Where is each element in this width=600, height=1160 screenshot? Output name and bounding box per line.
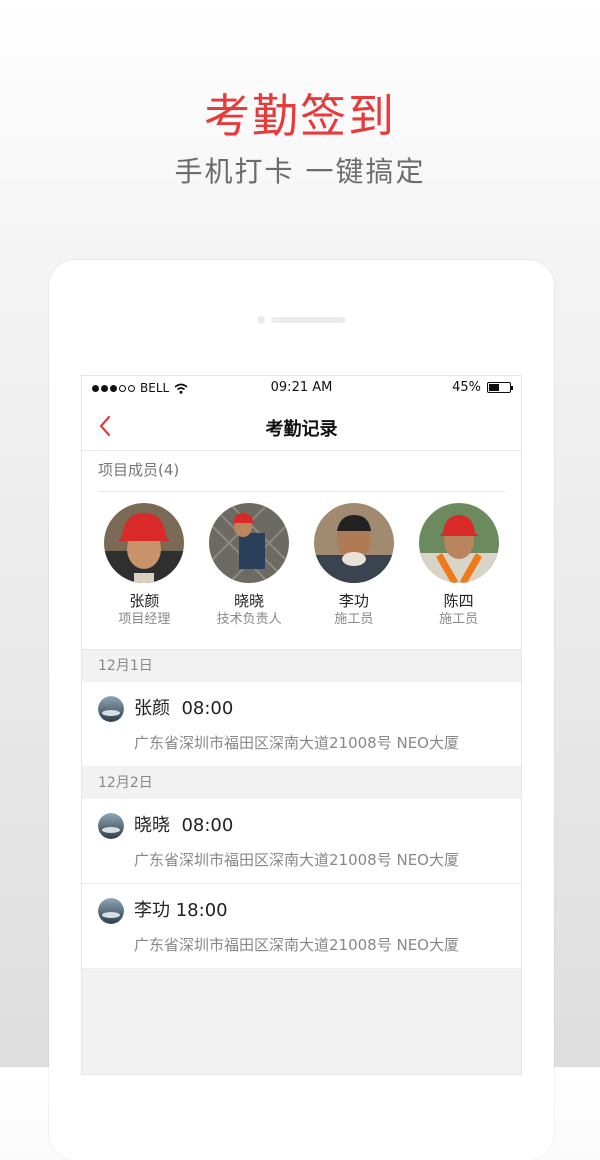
record-group: 12月1日 张颜 08:00 广东省深圳市福田区深南大道21008号 NEO大厦	[82, 650, 521, 767]
record-name: 晓晓	[134, 815, 170, 836]
phone-screen: BELL 09:21 AM 45% 考勤记录 项目成员(4) 张颜 项目经理 晓…	[81, 375, 522, 1075]
record-address: 广东省深圳市福田区深南大道21008号 NEO大厦	[134, 734, 459, 752]
nav-bar: 考勤记录	[82, 402, 521, 451]
location-avatar-icon	[98, 898, 124, 924]
avatar[interactable]	[104, 503, 185, 583]
avatar[interactable]	[313, 503, 394, 583]
members-list: 张颜 项目经理 晓晓 技术负责人 李功 施工员 陈四 施工员	[92, 503, 511, 629]
location-avatar-icon	[98, 813, 124, 839]
record-title: 张颜 08:00	[134, 697, 233, 721]
member-role: 施工员	[334, 612, 374, 627]
members-header: 项目成员(4)	[98, 459, 505, 492]
avatar[interactable]	[209, 503, 290, 583]
member-item[interactable]: 张颜 项目经理	[92, 503, 197, 629]
date-header: 12月2日	[82, 767, 521, 799]
member-item[interactable]: 陈四 施工员	[406, 503, 511, 629]
member-name: 李功	[338, 592, 369, 610]
record-time: 08:00	[181, 698, 234, 719]
member-name: 陈四	[443, 592, 474, 610]
record-item[interactable]: 晓晓 08:00 广东省深圳市福田区深南大道21008号 NEO大厦	[82, 799, 521, 884]
location-avatar-icon	[98, 696, 124, 722]
battery-tip	[511, 386, 513, 390]
record-item[interactable]: 张颜 08:00 广东省深圳市福田区深南大道21008号 NEO大厦	[82, 682, 521, 767]
battery-percent: 45%	[452, 380, 481, 395]
phone-speaker	[271, 317, 346, 323]
date-header: 12月1日	[82, 650, 521, 682]
member-role: 施工员	[439, 612, 479, 627]
record-time: 08:00	[181, 815, 234, 836]
record-address: 广东省深圳市福田区深南大道21008号 NEO大厦	[134, 851, 459, 869]
battery-fill	[489, 384, 499, 391]
member-item[interactable]: 李功 施工员	[302, 503, 407, 629]
status-bar: BELL 09:21 AM 45%	[82, 376, 521, 402]
record-group: 12月2日 晓晓 08:00 广东省深圳市福田区深南大道21008号 NEO大厦…	[82, 767, 521, 969]
record-name: 李功	[134, 900, 170, 921]
record-address: 广东省深圳市福田区深南大道21008号 NEO大厦	[134, 936, 459, 954]
members-section: 项目成员(4) 张颜 项目经理 晓晓 技术负责人 李功 施工员 陈四 施工员	[82, 451, 521, 650]
record-item[interactable]: 李功 18:00 广东省深圳市福田区深南大道21008号 NEO大厦	[82, 884, 521, 969]
phone-camera	[257, 316, 265, 324]
battery-icon	[487, 382, 513, 393]
page-title: 考勤记录	[265, 419, 338, 440]
member-role: 技术负责人	[216, 612, 282, 627]
record-time: 18:00	[175, 900, 228, 921]
avatar[interactable]	[418, 503, 499, 583]
promo-title: 考勤签到	[204, 89, 396, 143]
member-name: 张颜	[129, 592, 160, 610]
battery-indicator: 45%	[452, 380, 513, 395]
member-name: 晓晓	[234, 592, 265, 610]
record-name: 张颜	[134, 698, 170, 719]
record-title: 晓晓 08:00	[134, 814, 233, 838]
member-role: 项目经理	[118, 612, 171, 627]
promo-subtitle: 手机打卡 一键搞定	[174, 155, 426, 188]
record-title: 李功 18:00	[134, 899, 228, 923]
member-item[interactable]: 晓晓 技术负责人	[197, 503, 302, 629]
